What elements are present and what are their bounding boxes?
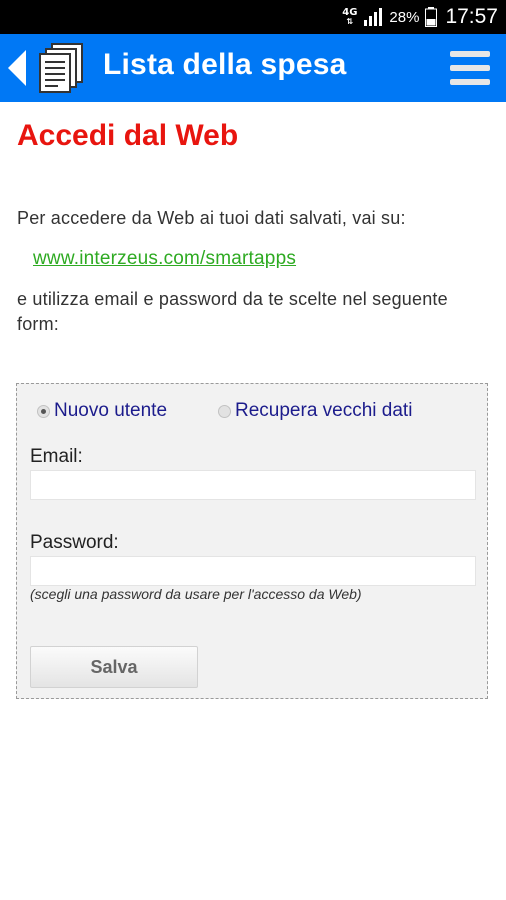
- radio-recover-label: Recupera vecchi dati: [235, 400, 413, 421]
- email-field[interactable]: [30, 470, 476, 500]
- app-bar: Lista della spesa: [0, 34, 506, 102]
- save-button[interactable]: Salva: [30, 646, 198, 688]
- battery-percentage: 28%: [389, 8, 420, 26]
- radio-checked-icon[interactable]: [37, 404, 50, 418]
- password-field[interactable]: [30, 556, 476, 586]
- status-bar: 4G ⇅ 28% 17:57: [0, 0, 506, 34]
- status-bar-indicators: 4G ⇅ 28% 17:57: [342, 0, 498, 34]
- email-label: Email:: [30, 446, 83, 467]
- page-title: Accedi dal Web: [17, 119, 239, 152]
- radio-unchecked-icon[interactable]: [218, 404, 231, 418]
- network-type-icon: 4G ⇅: [342, 7, 358, 27]
- app-logo-icon: [39, 43, 83, 93]
- radio-recover-data[interactable]: Recupera vecchi dati: [218, 400, 412, 422]
- login-form: Nuovo utente Recupera vecchi dati Email:…: [16, 383, 488, 699]
- instructions-text: e utilizza email e password da te scelte…: [17, 289, 448, 334]
- password-hint: (scegli una password da usare per l'acce…: [30, 586, 362, 602]
- hamburger-menu-icon[interactable]: [450, 51, 490, 85]
- app-title: Lista della spesa: [103, 48, 347, 81]
- radio-new-user-label: Nuovo utente: [54, 400, 168, 421]
- battery-icon: [425, 7, 438, 27]
- intro-text: Per accedere da Web ai tuoi dati salvati…: [17, 208, 406, 228]
- password-label: Password:: [30, 532, 119, 553]
- clock: 17:57: [445, 5, 498, 28]
- web-link[interactable]: www.interzeus.com/smartapps: [33, 248, 296, 270]
- back-arrow-icon[interactable]: [6, 48, 28, 88]
- radio-new-user[interactable]: Nuovo utente: [37, 400, 167, 422]
- signal-icon: [364, 8, 383, 26]
